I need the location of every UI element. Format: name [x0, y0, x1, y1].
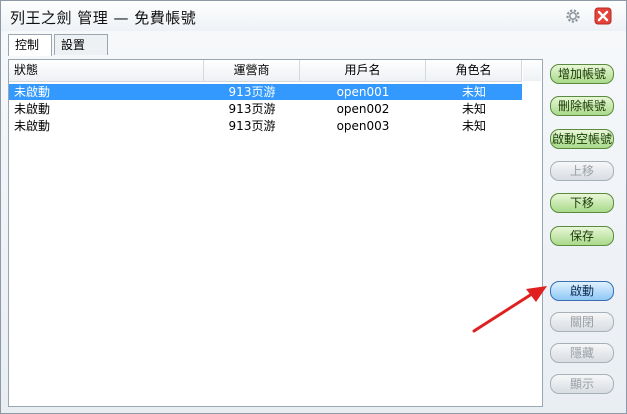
main-window: 列王之劍 管理 — 免費帳號 控制 設置 狀態 運營商 用戶名 角色名 未啟動 … [0, 0, 627, 414]
header-filler [523, 60, 541, 81]
table-row[interactable]: 未啟動 913页游 open001 未知 [9, 84, 522, 100]
cell-operator: 913页游 [228, 119, 276, 133]
save-button[interactable]: 保存 [550, 226, 614, 246]
column-header-operator[interactable]: 運營商 [204, 60, 300, 81]
cell-status: 未啟動 [14, 85, 51, 99]
tab-control[interactable]: 控制 [8, 34, 52, 56]
red-arrow-annotation [472, 286, 547, 333]
cell-role: 未知 [461, 119, 486, 133]
account-list[interactable]: 狀態 運營商 用戶名 角色名 未啟動 913页游 open001 未知 未啟動 … [8, 59, 543, 407]
cell-username: open003 [336, 119, 390, 133]
cell-username: open001 [336, 85, 390, 99]
close-game-button[interactable]: 關閉 [550, 312, 614, 332]
column-header-username[interactable]: 用戶名 [300, 60, 426, 81]
list-header: 狀態 運營商 用戶名 角色名 [9, 60, 522, 82]
cell-role: 未知 [461, 85, 486, 99]
delete-account-button[interactable]: 刪除帳號 [550, 96, 614, 116]
add-account-button[interactable]: 增加帳號 [550, 64, 614, 84]
start-empty-account-button[interactable]: 啟動空帳號 [550, 129, 614, 149]
tab-settings[interactable]: 設置 [54, 34, 108, 55]
window-title: 列王之劍 管理 — 免費帳號 [10, 9, 197, 27]
cell-role: 未知 [461, 102, 486, 116]
title-bar: 列王之劍 管理 — 免費帳號 [1, 1, 626, 31]
gear-icon[interactable] [564, 7, 582, 25]
table-row[interactable]: 未啟動 913页游 open003 未知 [9, 118, 522, 134]
cell-operator: 913页游 [228, 102, 276, 116]
close-icon[interactable] [594, 7, 612, 25]
move-up-button[interactable]: 上移 [550, 161, 614, 181]
move-down-button[interactable]: 下移 [550, 193, 614, 213]
cell-operator: 913页游 [228, 85, 276, 99]
show-button[interactable]: 顯示 [550, 374, 614, 394]
hide-button[interactable]: 隱藏 [550, 343, 614, 363]
start-button[interactable]: 啟動 [550, 281, 614, 301]
cell-status: 未啟動 [14, 119, 51, 133]
table-row[interactable]: 未啟動 913页游 open002 未知 [9, 101, 522, 117]
column-header-role[interactable]: 角色名 [426, 60, 522, 81]
column-header-status[interactable]: 狀態 [9, 60, 204, 81]
cell-status: 未啟動 [14, 102, 51, 116]
cell-username: open002 [336, 102, 390, 116]
